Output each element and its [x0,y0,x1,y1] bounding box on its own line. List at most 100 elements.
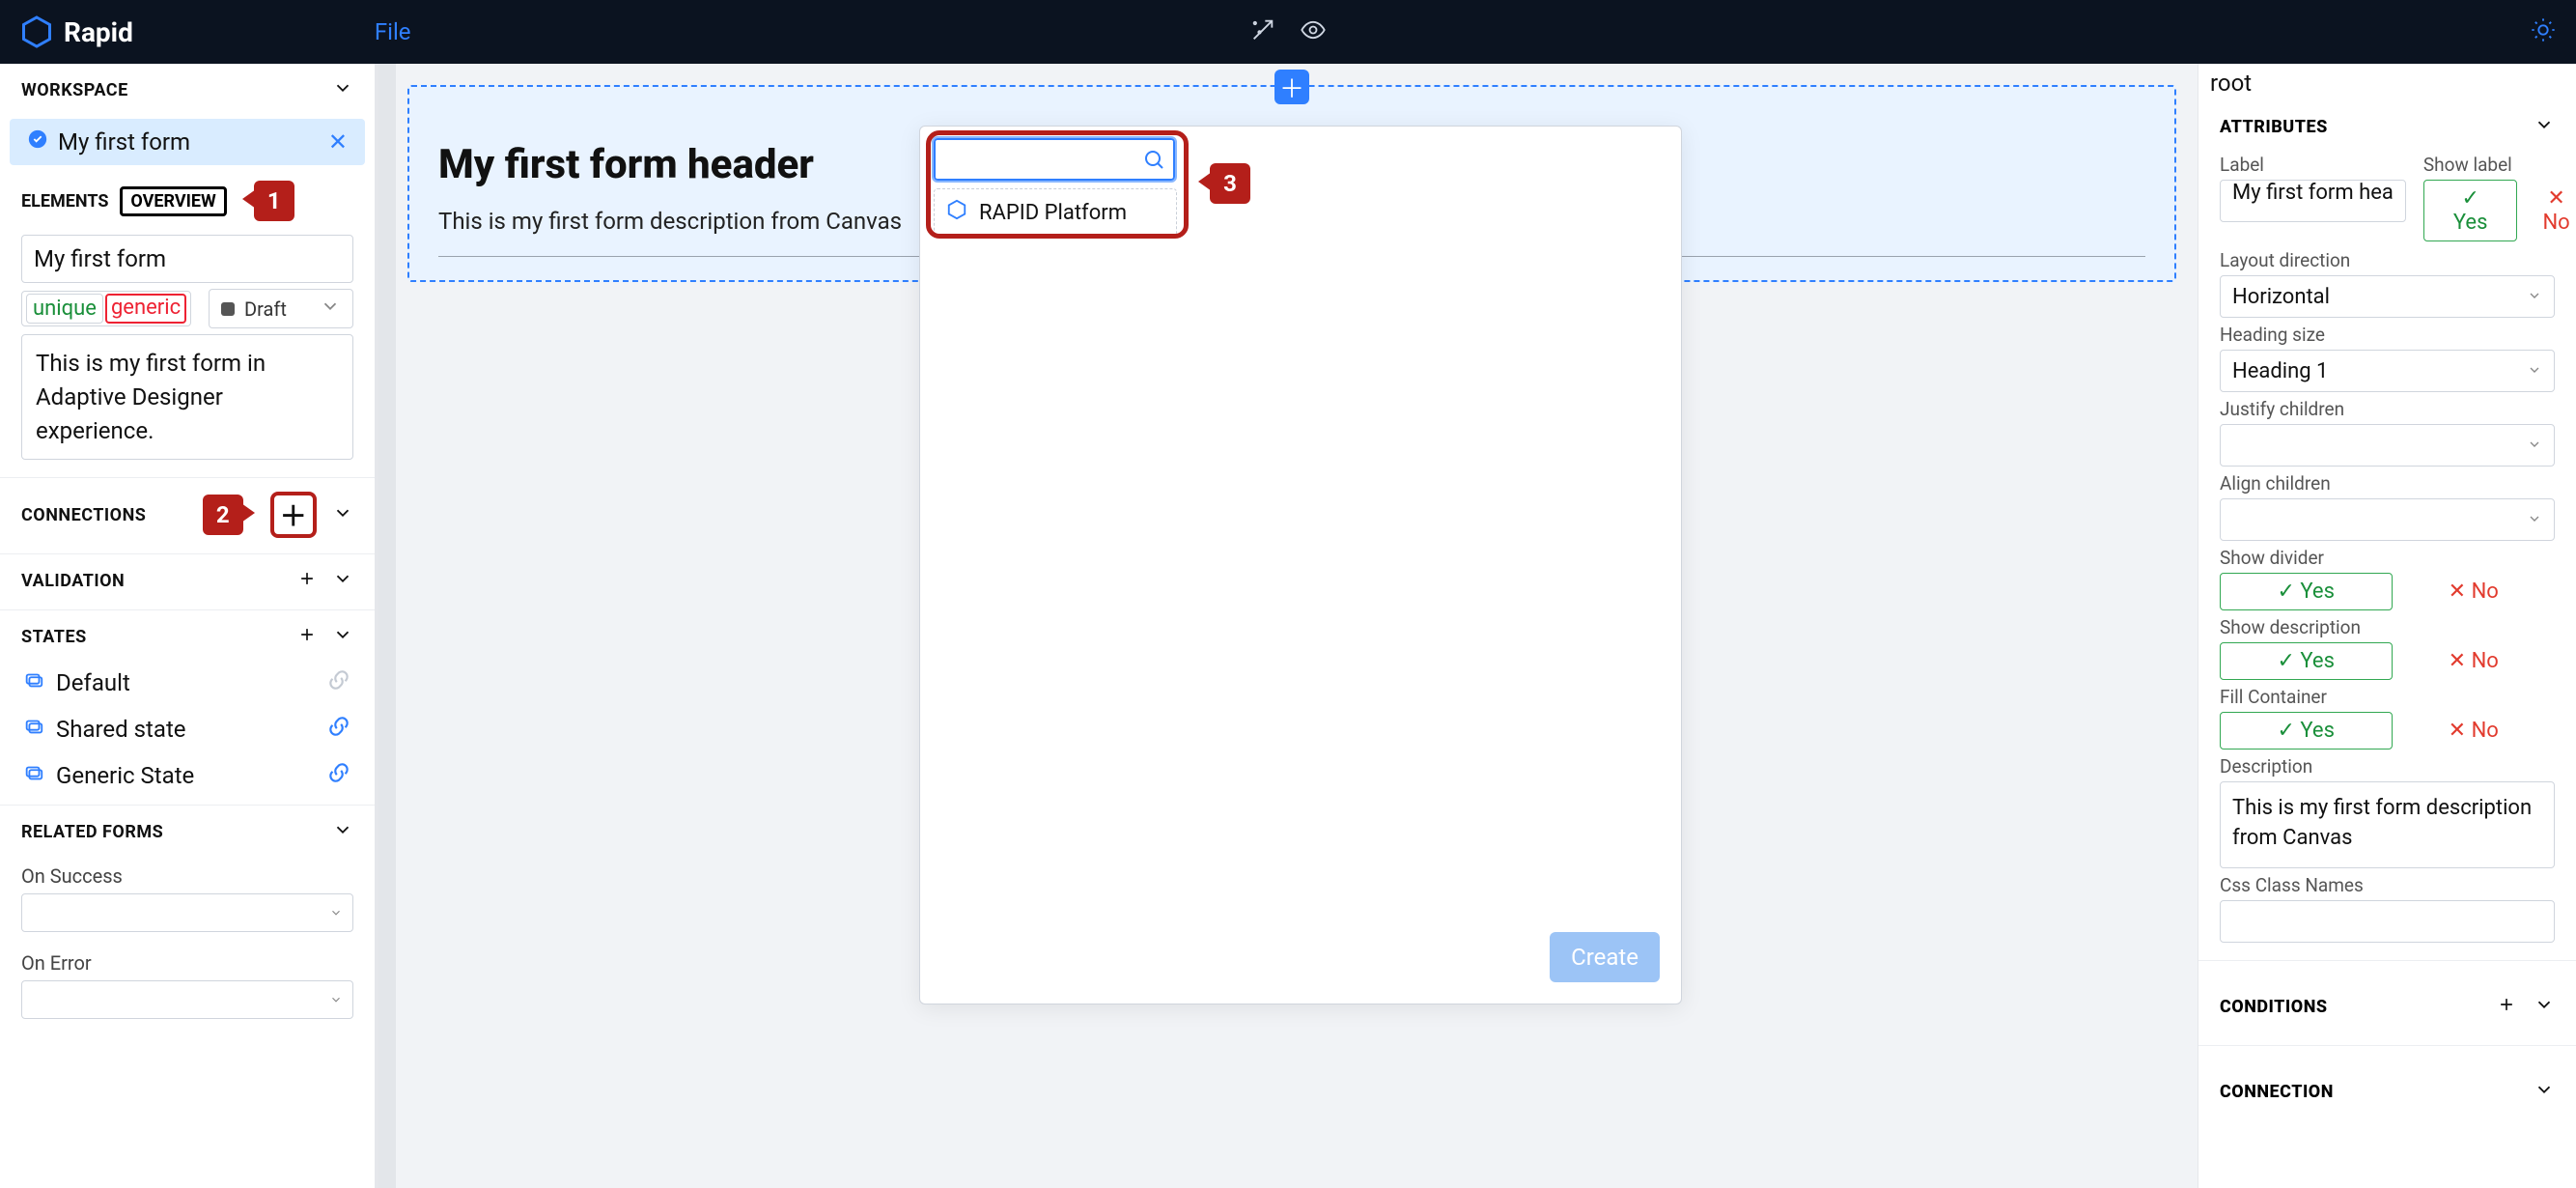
logo-hex-icon [19,14,54,49]
layers-icon [23,762,44,789]
canvas-gutter [378,64,396,1188]
connections-title: CONNECTIONS [21,505,146,525]
connection-option-label: RAPID Platform [979,201,1127,225]
status-label: Draft [244,297,287,321]
attributes-header[interactable]: ATTRIBUTES [2198,97,2576,150]
brand-logo: Rapid [19,14,133,49]
related-forms-header: RELATED FORMS [0,806,375,855]
on-error-select[interactable] [21,980,353,1019]
related-forms-title: RELATED FORMS [21,822,163,842]
eye-icon[interactable] [1300,16,1327,47]
check-circle-icon [27,128,48,156]
fill-container-yes[interactable]: Yes [2220,712,2393,750]
add-connection-button[interactable]: ＋ [270,492,317,538]
label-label: Label [2220,154,2406,176]
add-validation-button[interactable] [297,569,317,593]
chevron-down-icon[interactable] [332,819,353,845]
link-icon[interactable] [326,714,351,745]
close-icon[interactable]: ✕ [328,128,348,156]
panel-tabs: ELEMENTS OVERVIEW 1 [0,167,375,229]
chevron-down-icon[interactable] [332,77,353,103]
conditions-title: CONDITIONS [2220,997,2328,1017]
hexagon-icon [946,199,967,226]
label-input[interactable]: My first form hea [2220,180,2406,222]
heading-size-select[interactable]: Heading 1 [2220,350,2555,392]
sun-icon[interactable] [2530,16,2557,47]
justify-children-select[interactable] [2220,424,2555,467]
magic-wand-icon[interactable] [1249,16,1276,47]
callout-3: 3 [1210,163,1250,204]
description-label: Description [2220,755,2555,778]
form-description-textarea[interactable]: This is my first form in Adaptive Design… [21,334,353,460]
heading-size-label: Heading size [2220,324,2555,346]
workspace-item[interactable]: My first form ✕ [10,119,365,165]
validation-header: VALIDATION [0,554,375,604]
show-label-label: Show label [2423,154,2576,176]
show-label-no[interactable]: No [2517,180,2576,241]
left-panel: WORKSPACE My first form ✕ ELEMENTS OVERV… [0,64,378,1188]
layers-icon [23,669,44,696]
badge-row: unique generic Draft [21,289,353,328]
add-element-button[interactable]: ＋ [1274,70,1309,104]
callout-1: 1 [254,181,294,221]
status-select[interactable]: Draft [209,289,353,328]
fill-container-label: Fill Container [2220,686,2555,708]
add-state-button[interactable] [297,625,317,649]
on-error-label: On Error [0,942,375,978]
validation-title: VALIDATION [21,571,125,591]
callout-2: 2 [203,495,243,535]
show-description-no[interactable]: No [2393,642,2556,680]
connection-header[interactable]: CONNECTION [2198,1061,2576,1115]
right-panel: root ATTRIBUTES Label My first form hea … [2198,64,2576,1188]
layout-direction-select[interactable]: Horizontal [2220,275,2555,318]
chevron-down-icon[interactable] [332,568,353,594]
layers-icon [23,716,44,743]
chevron-down-icon[interactable] [2534,1079,2555,1105]
link-icon[interactable] [326,760,351,791]
state-item-generic[interactable]: Generic State [0,752,375,799]
show-divider-yes[interactable]: Yes [2220,573,2393,610]
on-success-label: On Success [0,855,375,891]
chevron-down-icon[interactable] [2534,994,2555,1020]
state-item-default[interactable]: Default [0,660,375,706]
generic-badge[interactable]: generic [105,294,186,324]
search-icon[interactable] [1142,148,1165,175]
state-item-shared[interactable]: Shared state [0,706,375,752]
description-textarea[interactable]: This is my first form description from C… [2220,781,2555,868]
show-divider-label: Show divider [2220,547,2555,569]
css-class-names-input[interactable] [2220,900,2555,943]
unique-badge[interactable]: unique [26,294,103,324]
states-title: STATES [21,627,87,647]
connection-option-rapid[interactable]: RAPID Platform [934,188,1177,237]
workspace-item-label: My first form [58,128,190,156]
connection-picker-modal: RAPID Platform 3 Create [919,126,1682,1004]
chevron-down-icon[interactable] [332,624,353,650]
add-condition-button[interactable] [2497,995,2516,1019]
attributes-title: ATTRIBUTES [2220,117,2328,137]
chevron-down-icon[interactable] [332,502,353,528]
status-dot-icon [221,302,235,316]
link-icon[interactable] [326,667,351,698]
file-menu[interactable]: File [375,18,411,45]
connection-search-input[interactable] [934,138,1175,181]
on-success-select[interactable] [21,893,353,932]
fill-container-no[interactable]: No [2393,712,2556,750]
show-divider-no[interactable]: No [2393,573,2556,610]
canvas: ＋ My first form header This is my first … [378,64,2198,1188]
chevron-down-icon[interactable] [2534,114,2555,140]
top-center-icons [1249,16,1327,47]
tab-overview[interactable]: OVERVIEW [120,186,226,216]
align-children-label: Align children [2220,472,2555,495]
tab-elements[interactable]: ELEMENTS [21,191,108,212]
show-label-yes[interactable]: Yes [2423,180,2518,241]
justify-children-label: Justify children [2220,398,2555,420]
conditions-header[interactable]: CONDITIONS [2198,976,2576,1030]
workspace-title: WORKSPACE [21,80,128,100]
form-name-input[interactable]: My first form [21,235,353,283]
connections-header: CONNECTIONS 2 ＋ [0,478,375,548]
show-description-yes[interactable]: Yes [2220,642,2393,680]
create-button[interactable]: Create [1550,932,1660,982]
workspace-header[interactable]: WORKSPACE [0,64,375,113]
states-header: STATES [0,610,375,660]
align-children-select[interactable] [2220,498,2555,541]
